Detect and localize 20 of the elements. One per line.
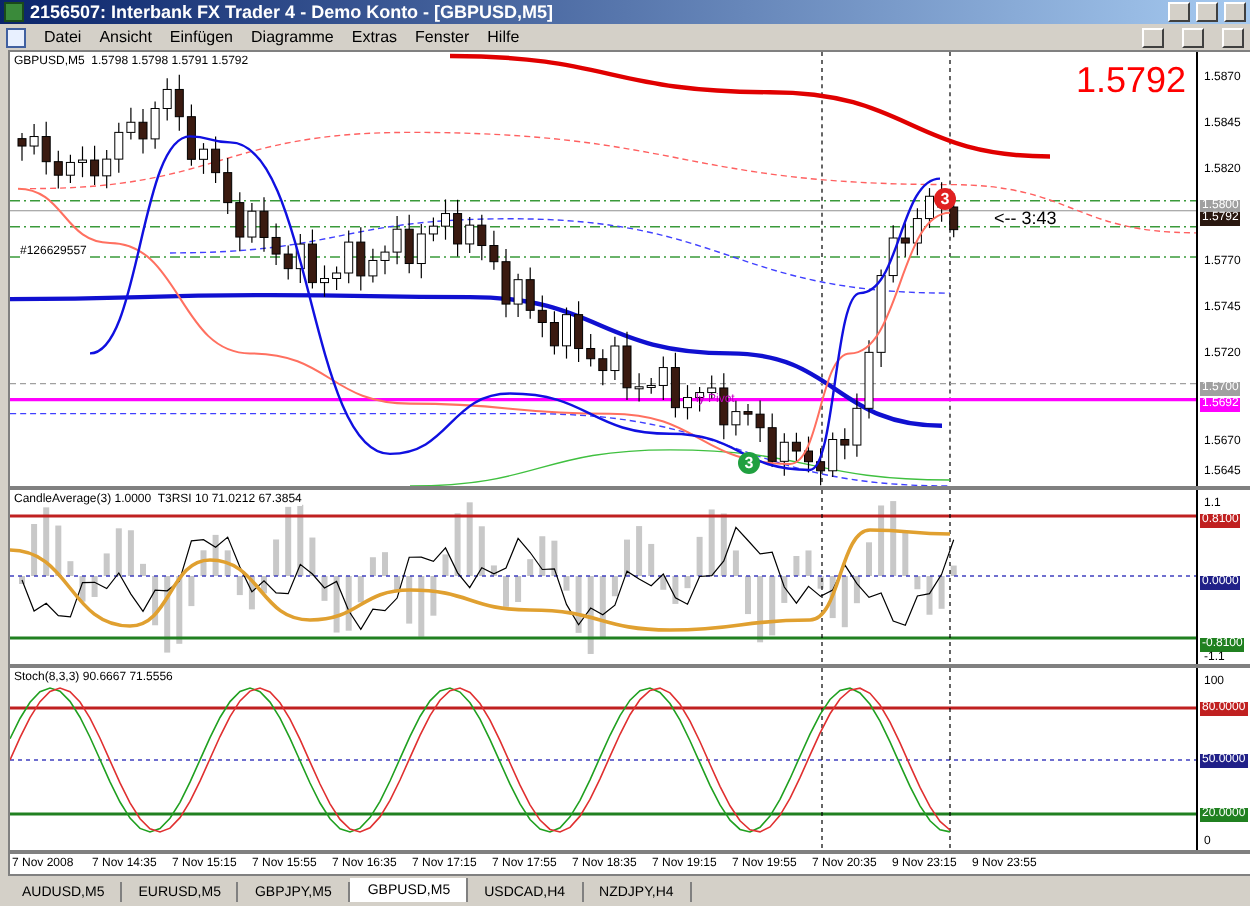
current-price: 1.5792	[1076, 60, 1187, 102]
signal-marker: 3	[934, 188, 956, 210]
signal-marker: 3	[738, 452, 760, 474]
close-button[interactable]	[1224, 2, 1246, 22]
menu-item[interactable]: Datei	[44, 28, 82, 46]
minimize-button[interactable]	[1168, 2, 1190, 22]
close-button[interactable]	[1222, 27, 1244, 47]
menu-item[interactable]: Hilfe	[487, 28, 520, 46]
document-icon	[6, 27, 26, 47]
menu-item[interactable]: Diagramme	[251, 28, 334, 46]
menu-item[interactable]: Einfügen	[169, 28, 234, 46]
minimize-button[interactable]	[1142, 27, 1164, 47]
menu-item[interactable]: Extras	[351, 28, 398, 46]
restore-button[interactable]	[1182, 27, 1204, 47]
menu-item[interactable]: Ansicht	[99, 28, 152, 46]
bar-countdown: <-- 3:43	[994, 208, 1057, 228]
maximize-button[interactable]	[1196, 2, 1218, 22]
app-icon	[4, 2, 24, 22]
menu-item[interactable]: Fenster	[415, 28, 470, 46]
window-title: 2156507: Interbank FX Trader 4 - Demo Konto - [GBPUSD,M5]	[30, 2, 556, 22]
